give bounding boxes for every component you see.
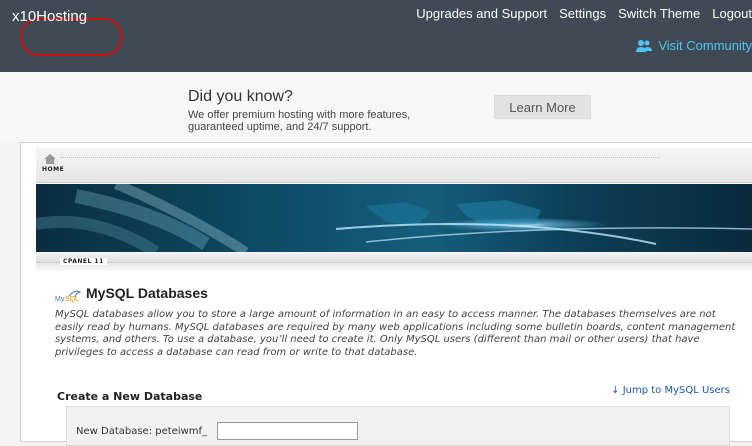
section-rule bbox=[36, 262, 752, 271]
visit-community-link[interactable]: Visit Community bbox=[635, 38, 752, 53]
nav-switch-theme[interactable]: Switch Theme bbox=[618, 6, 700, 21]
people-icon bbox=[636, 39, 653, 52]
jump-to-mysql-users-link[interactable]: ↓ Jump to MySQL Users bbox=[611, 385, 730, 396]
promo-text: We offer premium hosting with more featu… bbox=[188, 109, 411, 133]
banner-graphic bbox=[36, 184, 752, 252]
mysql-databases-title: MySQL Databases bbox=[86, 285, 208, 301]
learn-more-button[interactable]: Learn More bbox=[494, 95, 591, 119]
mysql-logo-icon: My SQL bbox=[55, 290, 81, 303]
svg-text:My: My bbox=[55, 296, 65, 303]
breadcrumb bbox=[36, 148, 752, 183]
section-divider bbox=[36, 252, 752, 262]
create-database-title: Create a New Database bbox=[57, 390, 203, 403]
home-icon[interactable] bbox=[44, 154, 56, 164]
mysql-description: MySQL databases allow you to store a lar… bbox=[55, 309, 736, 358]
nav-upgrades-and-support[interactable]: Upgrades and Support bbox=[416, 6, 547, 21]
nav-logout[interactable]: Logout bbox=[712, 6, 752, 21]
promo-panel: Did you know? We offer premium hosting w… bbox=[0, 72, 752, 142]
svg-text:SQL: SQL bbox=[65, 296, 79, 303]
breadcrumb-divider bbox=[60, 157, 660, 160]
top-bar: x10Hosting Upgrades and Support Settings… bbox=[0, 0, 752, 72]
promo-title: Did you know? bbox=[188, 88, 293, 105]
visit-community-label: Visit Community bbox=[658, 38, 752, 53]
cpanel-version-label: CPANEL 11 bbox=[60, 258, 107, 265]
header-banner-image bbox=[36, 184, 752, 252]
nav-settings[interactable]: Settings bbox=[559, 6, 606, 21]
breadcrumb-home[interactable]: HOME bbox=[42, 166, 64, 173]
top-nav: Upgrades and Support Settings Switch The… bbox=[416, 6, 752, 21]
new-database-label: New Database: peteiwmf_ bbox=[76, 426, 208, 437]
site-logo[interactable]: x10Hosting bbox=[12, 8, 87, 25]
new-database-input[interactable] bbox=[217, 422, 358, 440]
